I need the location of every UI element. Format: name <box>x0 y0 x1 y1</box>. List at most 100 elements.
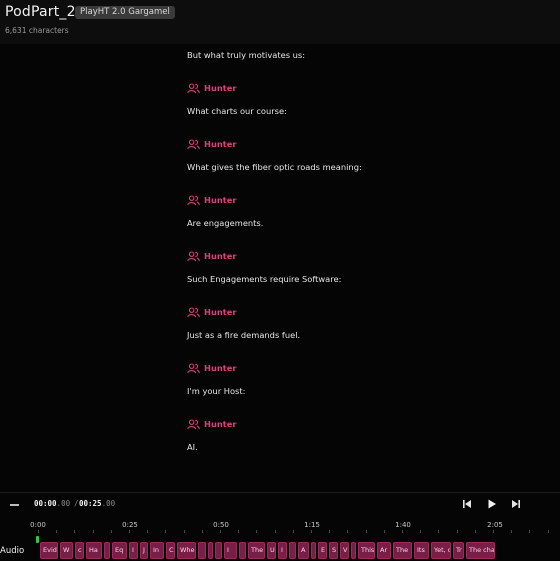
ruler-tick <box>256 530 257 533</box>
ruler-label: 0:25 <box>122 521 138 529</box>
time-separator: / <box>74 499 79 508</box>
skip-forward-icon[interactable] <box>510 498 521 509</box>
track-label: Audio <box>0 546 25 556</box>
skip-back-icon[interactable] <box>461 498 472 509</box>
audio-clip[interactable]: Ha <box>86 542 102 559</box>
project-title[interactable]: PodPart_2 <box>5 4 76 20</box>
audio-clip[interactable]: I <box>224 542 237 559</box>
speaker-name: Hunter <box>204 307 237 317</box>
ruler-tick <box>347 530 348 533</box>
ruler-tick <box>202 530 203 533</box>
speaker-name: Hunter <box>204 251 237 261</box>
ruler-tick <box>457 530 458 533</box>
speaker-tag[interactable]: Hunter <box>187 250 236 262</box>
audio-clip[interactable]: U <box>267 542 276 559</box>
ruler-tick <box>74 530 75 533</box>
audio-clip[interactable] <box>351 542 356 559</box>
ruler-tick <box>420 530 421 533</box>
script-line[interactable]: Just as a fire demands fuel. <box>187 330 300 340</box>
speaker-tag[interactable]: Hunter <box>187 362 236 374</box>
audio-clip[interactable]: S <box>329 542 338 559</box>
audio-clip[interactable]: J <box>140 542 148 559</box>
speaker-tag[interactable]: Hunter <box>187 194 236 206</box>
ruler-tick <box>402 530 403 533</box>
audio-clip[interactable] <box>208 542 213 559</box>
audio-clip[interactable] <box>198 542 206 559</box>
users-icon <box>187 82 200 93</box>
minus-icon[interactable] <box>10 504 19 506</box>
users-icon <box>187 138 200 149</box>
script-line[interactable]: AI. <box>187 442 198 452</box>
audio-clip[interactable]: Evid <box>40 542 58 559</box>
audio-clip[interactable]: The <box>248 542 265 559</box>
ruler-tick <box>184 530 185 533</box>
script-line[interactable]: But what truly motivates us: <box>187 50 305 60</box>
audio-clip[interactable]: Yet, c <box>431 542 451 559</box>
ruler-tick <box>293 530 294 533</box>
ruler-label: 0:50 <box>213 521 229 529</box>
audio-clip[interactable] <box>239 542 246 559</box>
ruler-tick <box>384 530 385 533</box>
ruler-tick <box>238 530 239 533</box>
ruler-tick <box>93 530 94 533</box>
speaker-tag[interactable]: Hunter <box>187 306 236 318</box>
speaker-tag[interactable]: Hunter <box>187 138 236 150</box>
users-icon <box>187 418 200 429</box>
speaker-tag[interactable]: Hunter <box>187 418 236 430</box>
audio-clip[interactable]: I <box>278 542 287 559</box>
audio-clip[interactable]: Eq <box>112 542 127 559</box>
speaker-name: Hunter <box>204 83 237 93</box>
script-line[interactable]: What gives the fiber optic roads meaning… <box>187 162 362 172</box>
script-editor[interactable]: But what truly motivates us: Hunter What c… <box>0 44 560 492</box>
ruler-label: 1:40 <box>395 521 411 529</box>
audio-clip[interactable]: This <box>358 542 375 559</box>
character-count: 6,631 characters <box>5 26 69 35</box>
ruler-tick <box>511 530 512 533</box>
ruler-tick <box>548 530 549 533</box>
audio-clip[interactable] <box>104 542 110 559</box>
ruler-tick <box>329 530 330 533</box>
ruler-tick <box>38 530 39 533</box>
audio-track[interactable]: Evid Wc Ha Eq I J In C Whe I The U I A E S V This Ar The Its… <box>38 542 560 559</box>
script-line[interactable]: I'm your Host: <box>187 386 245 396</box>
audio-clip[interactable]: The <box>393 542 412 559</box>
audio-clip[interactable]: V <box>340 542 349 559</box>
script-line[interactable]: Are engagements. <box>187 218 263 228</box>
speaker-tag[interactable]: Hunter <box>187 82 236 94</box>
users-icon <box>187 306 200 317</box>
audio-clip[interactable]: c <box>75 542 84 559</box>
audio-clip[interactable]: The cha <box>466 542 495 559</box>
header-bar: PodPart_2 PlayHT 2.0 Gargamel 6,631 char… <box>0 0 560 44</box>
ruler-tick <box>165 530 166 533</box>
audio-clip[interactable]: Whe <box>177 542 196 559</box>
audio-clip[interactable]: Ar <box>377 542 391 559</box>
audio-clip[interactable]: C <box>166 542 175 559</box>
users-icon <box>187 362 200 373</box>
ruler-tick <box>147 530 148 533</box>
users-icon <box>187 194 200 205</box>
ruler-tick <box>438 530 439 533</box>
audio-clip[interactable]: Tr <box>453 542 464 559</box>
audio-clip[interactable] <box>215 542 222 559</box>
script-line[interactable]: Such Engagements require Software: <box>187 274 341 284</box>
total-time: 00:25.00 <box>79 499 116 508</box>
ruler-tick <box>56 530 57 533</box>
audio-clip[interactable]: A <box>298 542 309 559</box>
model-badge[interactable]: PlayHT 2.0 Gargamel <box>75 6 175 19</box>
audio-clip[interactable] <box>311 542 316 559</box>
play-icon[interactable] <box>486 498 497 509</box>
audio-clip[interactable] <box>289 542 296 559</box>
ruler-label: 2:05 <box>487 521 503 529</box>
audio-clip[interactable]: I <box>129 542 138 559</box>
ruler-tick <box>529 530 530 533</box>
audio-clip[interactable]: E <box>318 542 327 559</box>
speaker-name: Hunter <box>204 363 237 373</box>
ruler-tick <box>311 530 312 533</box>
ruler-label: 0:00 <box>30 521 46 529</box>
audio-clip[interactable]: W <box>60 542 73 559</box>
ruler-tick <box>220 530 221 533</box>
audio-clip[interactable]: Its <box>414 542 429 559</box>
audio-clip[interactable]: In <box>150 542 164 559</box>
script-line[interactable]: What charts our course: <box>187 106 287 116</box>
ruler-tick <box>275 530 276 533</box>
